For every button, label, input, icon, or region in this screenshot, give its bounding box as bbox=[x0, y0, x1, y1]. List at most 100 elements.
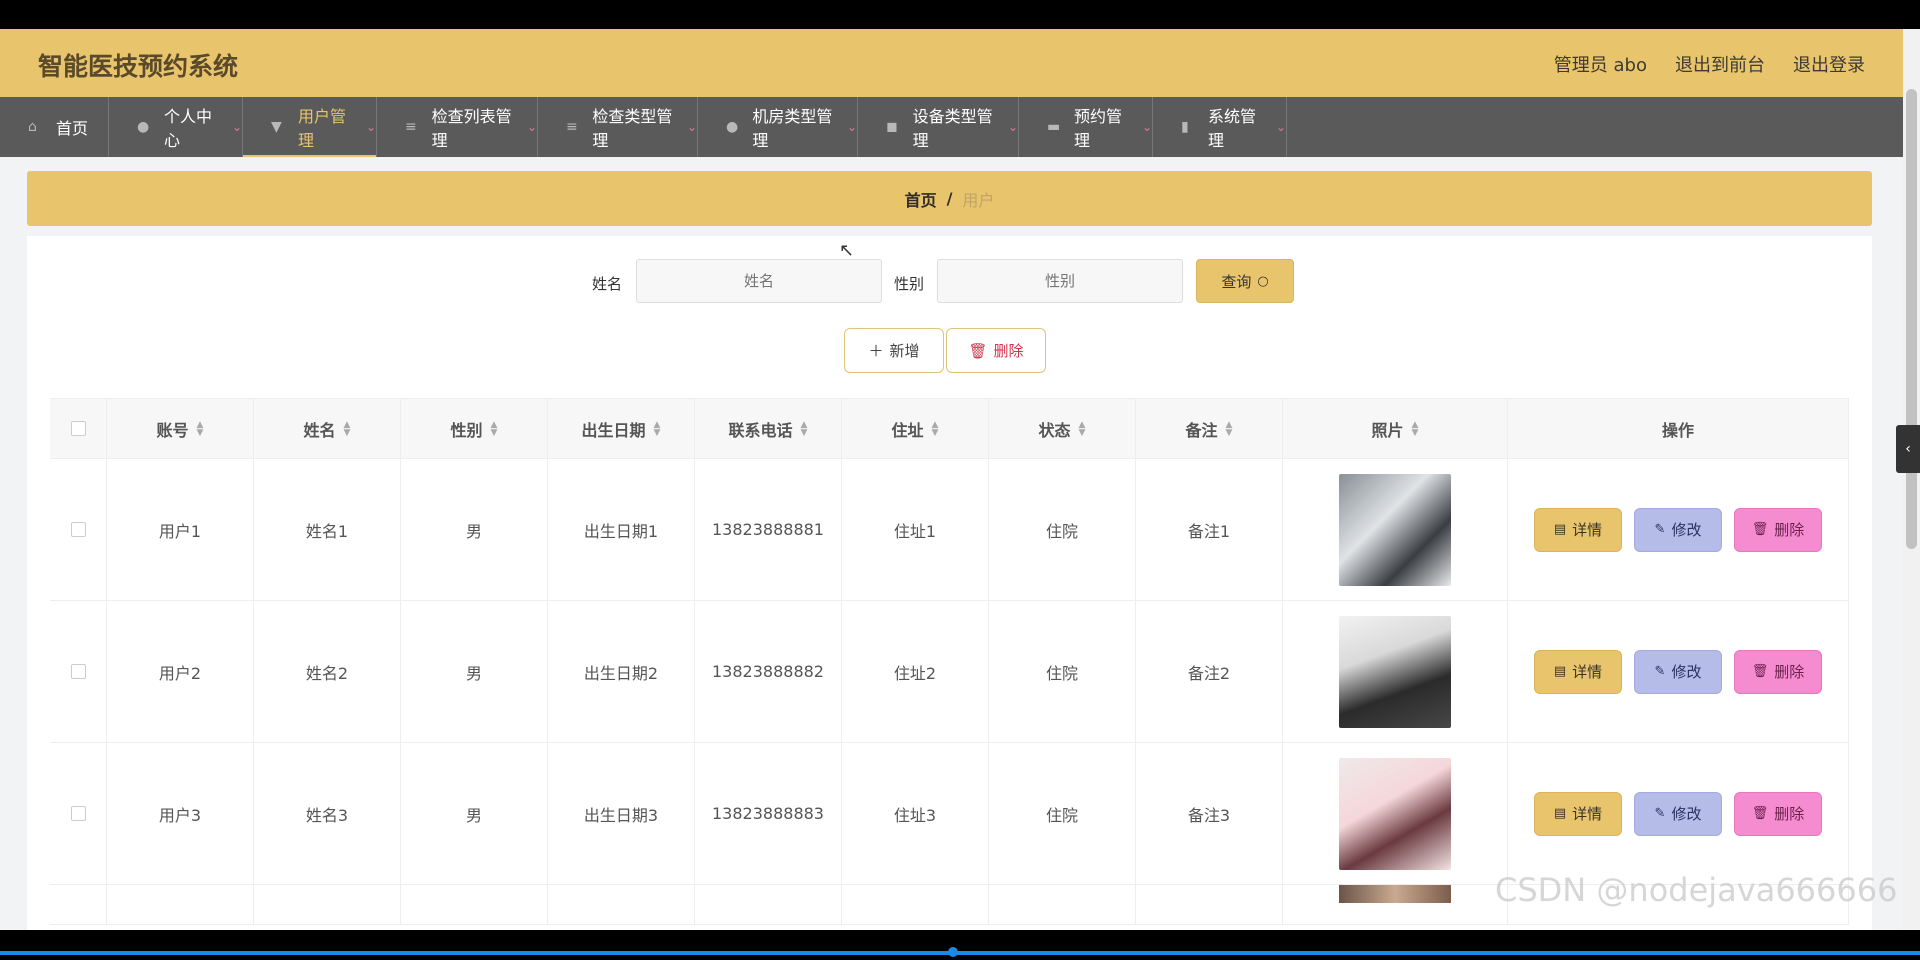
cell-birth: 出生日期1 bbox=[548, 459, 695, 600]
nav-item-label: 个人中心 bbox=[163, 107, 212, 150]
nav-item-1[interactable]: ● 个人中心 ⌄ bbox=[109, 97, 243, 157]
add-button[interactable]: ＋ 新增 bbox=[844, 328, 944, 373]
breadcrumb-home[interactable]: 首页 bbox=[905, 187, 937, 211]
column-header-label: 性别 bbox=[450, 420, 483, 440]
cell-photo bbox=[1283, 743, 1508, 884]
nav-item-8[interactable]: ▮ 系统管理 ⌄ bbox=[1153, 97, 1287, 157]
edit-button[interactable]: ✎ 修改 bbox=[1634, 791, 1722, 836]
logout-link[interactable]: 退出登录 bbox=[1793, 51, 1865, 77]
delete-button[interactable]: 🗑 删除 bbox=[1734, 507, 1822, 552]
column-header-label: 操作 bbox=[1661, 420, 1694, 440]
edit-button-label: 修改 bbox=[1671, 521, 1702, 539]
video-progress-handle[interactable] bbox=[948, 947, 958, 957]
nav-item-4[interactable]: ≡ 检查类型管理 ⌄ bbox=[538, 97, 698, 157]
gender-input[interactable] bbox=[937, 259, 1183, 303]
pin-icon: ▼ bbox=[271, 119, 282, 135]
sort-icon[interactable]: ▲ ▼ bbox=[1226, 420, 1233, 437]
nav-item-label: 机房类型管理 bbox=[752, 107, 833, 150]
detail-button[interactable]: ▤ 详情 bbox=[1534, 507, 1622, 552]
sort-icon[interactable]: ▲ ▼ bbox=[344, 420, 351, 437]
scrollbar-thumb[interactable] bbox=[1906, 89, 1917, 549]
column-header-8[interactable]: 照片 ▲ ▼ bbox=[1283, 399, 1508, 458]
video-progress-bar[interactable] bbox=[0, 951, 1920, 955]
nav-item-7[interactable]: ▬ 预约管理 ⌄ bbox=[1019, 97, 1153, 157]
column-header-6[interactable]: 状态 ▲ ▼ bbox=[989, 399, 1136, 458]
delete-button-label: 删除 bbox=[1774, 663, 1805, 681]
delete-button[interactable]: 🗑 删除 bbox=[1734, 791, 1822, 836]
nav-item-6[interactable]: ◼ 设备类型管理 ⌄ bbox=[858, 97, 1019, 157]
name-input[interactable] bbox=[636, 259, 882, 303]
cell-photo bbox=[1283, 601, 1508, 742]
content-panel: 姓名 性别 查询 ○ ＋ 新增 🗑 删除 账号▲▼姓名▲▼性别▲▼出生日期▲▼联… bbox=[27, 236, 1872, 930]
empty-cell bbox=[548, 885, 695, 924]
row-checkbox[interactable] bbox=[70, 664, 86, 679]
search-icon: ○ bbox=[1257, 273, 1269, 289]
cell-actions: ▤ 详情 ✎ 修改 🗑 删除 bbox=[1508, 459, 1849, 600]
detail-button-label: 详情 bbox=[1572, 805, 1603, 823]
sort-icon[interactable]: ▲ ▼ bbox=[1079, 420, 1086, 437]
column-header-7[interactable]: 备注 ▲ ▼ bbox=[1136, 399, 1283, 458]
row-checkbox[interactable] bbox=[70, 806, 86, 821]
detail-button[interactable]: ▤ 详情 bbox=[1534, 791, 1622, 836]
sort-icon[interactable]: ▲ ▼ bbox=[654, 420, 661, 437]
monitor-icon: ▬ bbox=[1047, 119, 1061, 135]
empty-cell bbox=[989, 885, 1136, 924]
row-checkbox[interactable] bbox=[70, 522, 86, 537]
cell-address: 住址3 bbox=[842, 743, 989, 884]
cell-gender: 男 bbox=[401, 459, 548, 600]
column-header-3[interactable]: 出生日期 ▲ ▼ bbox=[548, 399, 695, 458]
cell-actions: ▤ 详情 ✎ 修改 🗑 删除 bbox=[1508, 743, 1849, 884]
column-header-4[interactable]: 联系电话 ▲ ▼ bbox=[695, 399, 842, 458]
home-icon: ⌂ bbox=[28, 119, 37, 135]
cell-birth: 出生日期2 bbox=[548, 601, 695, 742]
empty-cell bbox=[1283, 884, 1508, 924]
nav-item-5[interactable]: ● 机房类型管理 ⌄ bbox=[698, 97, 858, 157]
sort-icon[interactable]: ▲ ▼ bbox=[801, 420, 808, 437]
select-all-checkbox[interactable] bbox=[70, 421, 86, 436]
exit-to-front-link[interactable]: 退出到前台 bbox=[1675, 51, 1765, 77]
table-row: 用户1 姓名1 男出生日期1 13823888881 住址1 住院 备注1 ▤ 详情 ✎ 修改 🗑 删除 bbox=[50, 459, 1849, 601]
chevron-down-icon: ⌄ bbox=[686, 120, 697, 134]
column-header-2[interactable]: 性别 ▲ ▼ bbox=[401, 399, 548, 458]
edit-button[interactable]: ✎ 修改 bbox=[1634, 649, 1722, 694]
sort-icon[interactable]: ▲ ▼ bbox=[491, 420, 498, 437]
bulk-actions: ＋ 新增 🗑 删除 bbox=[844, 328, 1048, 373]
sort-icon[interactable]: ▲ ▼ bbox=[932, 420, 939, 437]
table-body: 用户1 姓名1 男出生日期1 13823888881 住址1 住院 备注1 ▤ 详情 ✎ 修改 🗑 删除… bbox=[50, 459, 1849, 925]
column-header-0[interactable]: 账号 ▲ ▼ bbox=[107, 399, 254, 458]
user-photo bbox=[1339, 473, 1451, 586]
page-scrollbar[interactable] bbox=[1903, 29, 1920, 930]
nav-item-label: 首页 bbox=[56, 119, 89, 138]
page-viewport: 智能医技预约系统 管理员 abo 退出到前台 退出登录 ⌂ 首页 ● 个人中心 ⌄ ▼ 用户… bbox=[0, 29, 1920, 930]
search-bar: 姓名 性别 查询 ○ bbox=[27, 259, 1872, 305]
edit-button[interactable]: ✎ 修改 bbox=[1634, 507, 1722, 552]
nav-item-0[interactable]: ⌂ 首页 bbox=[0, 97, 109, 157]
add-button-label: 新增 bbox=[889, 342, 920, 360]
query-button[interactable]: 查询 ○ bbox=[1196, 259, 1294, 303]
nav-item-2[interactable]: ▼ 用户管理 ⌄ bbox=[243, 97, 377, 157]
column-header-1[interactable]: 姓名 ▲ ▼ bbox=[254, 399, 401, 458]
bulk-delete-button[interactable]: 🗑 删除 bbox=[946, 328, 1046, 373]
empty-cell bbox=[50, 885, 107, 924]
delete-button[interactable]: 🗑 删除 bbox=[1734, 649, 1822, 694]
column-header-5[interactable]: 住址 ▲ ▼ bbox=[842, 399, 989, 458]
detail-button-label: 详情 bbox=[1572, 521, 1603, 539]
chevron-down-icon: ⌄ bbox=[1007, 120, 1018, 134]
collapse-handle-icon[interactable]: ‹ bbox=[1896, 425, 1920, 473]
pencil-icon: ✎ bbox=[1654, 806, 1666, 821]
sort-icon[interactable]: ▲ ▼ bbox=[197, 420, 204, 437]
column-header-label: 账号 bbox=[156, 420, 189, 440]
table-header: 账号 ▲ ▼ 姓名 ▲ ▼ 性别 ▲ ▼ 出生日期 ▲ ▼ 联系电话 ▲ ▼ 住址 ▲ ▼ 状态 ▲ ▼ 备注 ▲ ▼ 照片 ▲ ▼… bbox=[50, 398, 1849, 459]
plus-icon: ＋ bbox=[868, 342, 884, 360]
cell-gender: 男 bbox=[401, 743, 548, 884]
cell-name: 姓名2 bbox=[254, 601, 401, 742]
sort-icon[interactable]: ▲ ▼ bbox=[1412, 420, 1419, 437]
cell-address: 住址1 bbox=[842, 459, 989, 600]
nav-item-label: 预约管理 bbox=[1073, 107, 1122, 150]
nav-item-3[interactable]: ≡ 检查列表管理 ⌄ bbox=[377, 97, 538, 157]
cell-phone: 13823888882 bbox=[695, 601, 842, 742]
detail-button[interactable]: ▤ 详情 bbox=[1534, 649, 1622, 694]
list-icon: ≡ bbox=[405, 119, 417, 135]
detail-button-label: 详情 bbox=[1572, 663, 1603, 681]
header-actions: 管理员 abo 退出到前台 退出登录 bbox=[1554, 51, 1865, 77]
